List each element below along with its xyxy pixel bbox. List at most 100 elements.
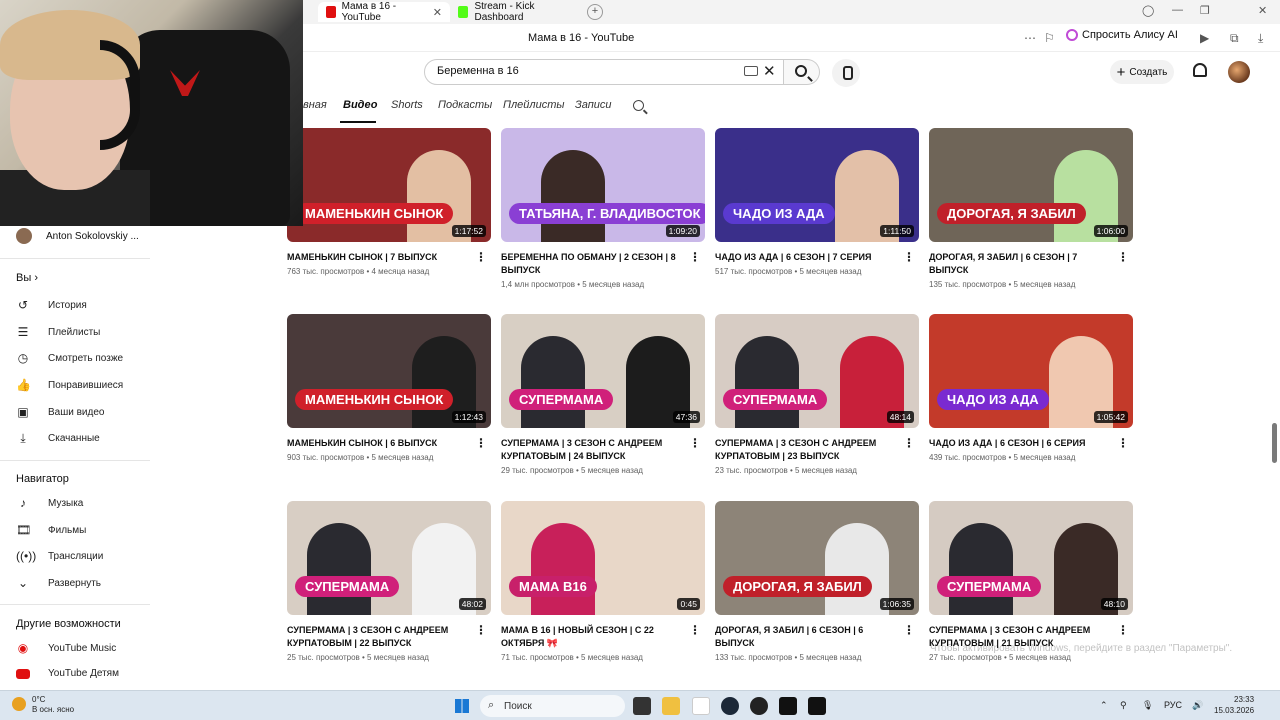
video-thumbnail[interactable]: СУПЕРМАМА 48:14: [715, 314, 919, 428]
tab-home[interactable]: вная: [303, 99, 327, 111]
restore-icon[interactable]: ❐: [1200, 4, 1210, 17]
more-options-icon[interactable]: ⋮: [475, 436, 487, 450]
video-thumbnail[interactable]: МАМЕНЬКИН СЫНОК 1:12:43: [287, 314, 491, 428]
video-card[interactable]: ЧАДО ИЗ АДА 1:11:50 ЧАДО ИЗ АДА | 6 СЕЗО…: [715, 128, 919, 276]
video-card[interactable]: МАМА В16 0:45 МАМА В 16 | НОВЫЙ СЕЗОН | …: [501, 501, 705, 662]
new-tab-button[interactable]: +: [587, 4, 603, 20]
video-thumbnail[interactable]: СУПЕРМАМА 48:10: [929, 501, 1133, 615]
video-thumbnail[interactable]: ЧАДО ИЗ АДА 1:11:50: [715, 128, 919, 242]
sidebar-item-expand[interactable]: ⌄ Развернуть: [16, 576, 101, 590]
tab-close-icon[interactable]: ✕: [433, 6, 442, 19]
video-title[interactable]: СУПЕРМАМА | 3 СЕЗОН С АНДРЕЕМ КУРПАТОВЫМ…: [287, 624, 477, 650]
tray-chevron-icon[interactable]: ⌃: [1100, 700, 1108, 711]
tab-videos[interactable]: Видео: [343, 99, 377, 111]
keyboard-icon[interactable]: [744, 66, 758, 76]
page-title[interactable]: Мама в 16 - YouTube: [528, 32, 634, 44]
video-title[interactable]: СУПЕРМАМА | 3 СЕЗОН С АНДРЕЕМ КУРПАТОВЫМ…: [501, 437, 691, 463]
more-options-icon[interactable]: ⋮: [903, 250, 915, 264]
more-options-icon[interactable]: ⋮: [689, 623, 701, 637]
more-options-icon[interactable]: ⋮: [689, 250, 701, 264]
video-title[interactable]: МАМА В 16 | НОВЫЙ СЕЗОН | С 22 ОКТЯБРЯ 🎀: [501, 624, 691, 650]
sidebar-item-history[interactable]: ↺ История: [16, 298, 87, 312]
downloads-icon[interactable]: ⤓: [1258, 31, 1263, 46]
search-input[interactable]: [437, 65, 737, 77]
minimize-icon[interactable]: —: [1172, 4, 1183, 16]
weather-widget[interactable]: 0°C В осн. ясно: [12, 695, 74, 715]
app-icon[interactable]: [779, 697, 797, 715]
video-title[interactable]: ДОРОГАЯ, Я ЗАБИЛ | 6 СЕЗОН | 6 ВЫПУСК: [715, 624, 905, 650]
video-thumbnail[interactable]: ТАТЬЯНА, Г. ВЛАДИВОСТОК 1:09:20: [501, 128, 705, 242]
tab-youtube[interactable]: Мама в 16 - YouTube ✕: [318, 1, 450, 23]
sidebar-item-playlists[interactable]: ☰ Плейлисты: [16, 325, 101, 339]
video-thumbnail[interactable]: ДОРОГАЯ, Я ЗАБИЛ 1:06:35: [715, 501, 919, 615]
more-options-icon[interactable]: ⋮: [1117, 623, 1129, 637]
obs-icon[interactable]: [750, 697, 768, 715]
video-card[interactable]: МАМЕНЬКИН СЫНОК 1:12:43 МАМЕНЬКИН СЫНОК …: [287, 314, 491, 462]
tab-shorts[interactable]: Shorts: [391, 99, 423, 111]
video-card[interactable]: СУПЕРМАМА 48:14 СУПЕРМАМА | 3 СЕЗОН С АН…: [715, 314, 919, 475]
sidebar-item-liked[interactable]: 👍 Понравившиеся: [16, 378, 123, 392]
video-thumbnail[interactable]: МАМЕНЬКИН СЫНОК 1:17:52: [287, 128, 491, 242]
search-button[interactable]: [784, 59, 820, 85]
more-options-icon[interactable]: ⋮: [475, 250, 487, 264]
language-indicator[interactable]: РУС: [1164, 700, 1182, 710]
video-card[interactable]: МАМЕНЬКИН СЫНОК 1:17:52 МАМЕНЬКИН СЫНОК …: [287, 128, 491, 276]
sidebar-item-watch-later[interactable]: ◷ Смотреть позже: [16, 351, 123, 365]
video-card[interactable]: СУПЕРМАМА 48:10 СУПЕРМАМА | 3 СЕЗОН С АН…: [929, 501, 1133, 662]
tab-playlists[interactable]: Плейлисты: [503, 99, 565, 111]
file-explorer-icon[interactable]: [662, 697, 680, 715]
scrollbar-thumb[interactable]: [1272, 423, 1277, 463]
tray-mic-icon[interactable]: 🎙: [1142, 700, 1153, 711]
video-title[interactable]: ДОРОГАЯ, Я ЗАБИЛ | 6 СЕЗОН | 7 ВЫПУСК: [929, 251, 1119, 277]
channel-search-icon[interactable]: [633, 100, 644, 111]
search-box[interactable]: [424, 59, 784, 85]
video-title[interactable]: СУПЕРМАМА | 3 СЕЗОН С АНДРЕЕМ КУРПАТОВЫМ…: [715, 437, 905, 463]
video-thumbnail[interactable]: СУПЕРМАМА 47:36: [501, 314, 705, 428]
video-title[interactable]: ЧАДО ИЗ АДА | 6 СЕЗОН | 7 СЕРИЯ: [715, 251, 905, 264]
you-header[interactable]: Вы ›: [16, 272, 38, 284]
task-view-icon[interactable]: [633, 697, 651, 715]
more-options-icon[interactable]: ⋮: [475, 623, 487, 637]
sidebar-item-downloads[interactable]: ⤓ Скачанные: [16, 431, 99, 445]
sidebar-item-music[interactable]: ♪ Музыка: [16, 496, 83, 510]
video-title[interactable]: ЧАДО ИЗ АДА | 6 СЕЗОН | 6 СЕРИЯ: [929, 437, 1119, 450]
more-options-icon[interactable]: ⋮: [1117, 250, 1129, 264]
yandex-browser-icon[interactable]: [692, 697, 710, 715]
sidebar-item-live[interactable]: ((•)) Трансляции: [16, 549, 103, 563]
create-button[interactable]: + Создать: [1110, 60, 1174, 84]
avatar[interactable]: [1228, 61, 1250, 83]
clear-search-icon[interactable]: ✕: [763, 62, 776, 80]
profile-icon[interactable]: ◯: [1142, 4, 1154, 17]
video-card[interactable]: ЧАДО ИЗ АДА 1:05:42 ЧАДО ИЗ АДА | 6 СЕЗО…: [929, 314, 1133, 462]
tray-volume-icon[interactable]: 🔊: [1192, 700, 1203, 711]
video-card[interactable]: ТАТЬЯНА, Г. ВЛАДИВОСТОК 1:09:20 БЕРЕМЕНН…: [501, 128, 705, 289]
video-card[interactable]: СУПЕРМАМА 47:36 СУПЕРМАМА | 3 СЕЗОН С АН…: [501, 314, 705, 475]
extensions-icon[interactable]: ⧉: [1230, 31, 1239, 46]
sidebar-item-your-videos[interactable]: ▣ Ваши видео: [16, 405, 104, 419]
sidebar-item-youtube-music[interactable]: ◉ YouTube Music: [16, 641, 116, 655]
windows-start-icon[interactable]: [455, 699, 469, 713]
close-window-icon[interactable]: ✕: [1258, 4, 1267, 17]
bookmark-icon[interactable]: ⚐: [1044, 31, 1055, 45]
sidebar-item-movies[interactable]: 🎞 Фильмы: [16, 523, 86, 537]
more-options-icon[interactable]: ⋮: [1117, 436, 1129, 450]
sidebar-subscription[interactable]: Anton Sokolovskiy ...: [16, 228, 139, 244]
more-options-icon[interactable]: ⋮: [689, 436, 701, 450]
video-card[interactable]: СУПЕРМАМА 48:02 СУПЕРМАМА | 3 СЕЗОН С АН…: [287, 501, 491, 662]
scrollbar[interactable]: [1270, 128, 1278, 688]
voice-search-button[interactable]: [832, 59, 860, 87]
tab-kick[interactable]: Stream - Kick Dashboard: [450, 1, 580, 23]
more-icon[interactable]: ⋯: [1024, 31, 1036, 45]
taskbar-search[interactable]: ⌕ Поиск: [480, 695, 625, 717]
video-thumbnail[interactable]: МАМА В16 0:45: [501, 501, 705, 615]
app-h-icon[interactable]: [808, 697, 826, 715]
video-thumbnail[interactable]: ДОРОГАЯ, Я ЗАБИЛ 1:06:00: [929, 128, 1133, 242]
steam-icon[interactable]: [721, 697, 739, 715]
video-card[interactable]: ДОРОГАЯ, Я ЗАБИЛ 1:06:35 ДОРОГАЯ, Я ЗАБИ…: [715, 501, 919, 662]
video-title[interactable]: БЕРЕМЕННА ПО ОБМАНУ | 2 СЕЗОН | 8 ВЫПУСК: [501, 251, 691, 277]
tab-podcasts[interactable]: Подкасты: [438, 99, 492, 111]
video-thumbnail[interactable]: ЧАДО ИЗ АДА 1:05:42: [929, 314, 1133, 428]
tray-network-icon[interactable]: ⚲: [1120, 700, 1127, 711]
sidebar-item-youtube-kids[interactable]: YouTube Детям: [16, 668, 119, 679]
notifications-bell-icon[interactable]: [1193, 63, 1207, 77]
